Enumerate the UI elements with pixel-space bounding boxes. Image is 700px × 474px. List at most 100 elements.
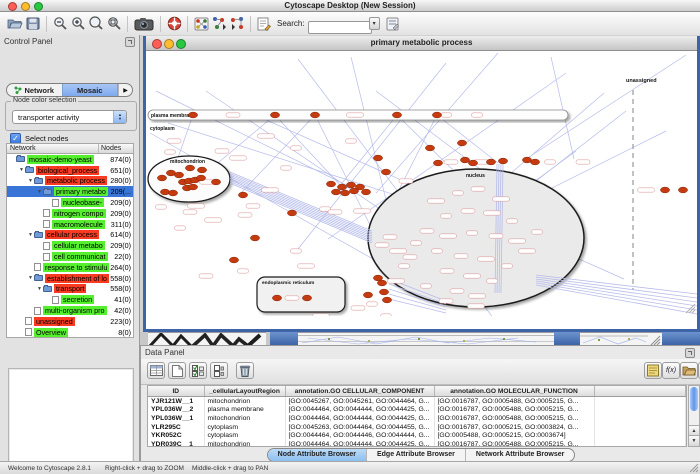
network-node[interactable] [373, 155, 382, 161]
network-node[interactable] [660, 187, 669, 193]
background-window[interactable] [298, 332, 554, 345]
network-node[interactable] [270, 112, 279, 118]
tree-expand-icon[interactable]: ▼ [27, 232, 34, 238]
network-node[interactable] [229, 257, 238, 263]
network-node[interactable] [346, 182, 355, 188]
layout-icon-1[interactable] [210, 15, 228, 32]
network-node[interactable] [310, 112, 319, 118]
float-panel-icon[interactable] [685, 348, 695, 358]
network-node[interactable] [326, 181, 335, 187]
function-builder-icon[interactable]: f(x) [662, 362, 680, 379]
network-node[interactable] [238, 192, 247, 198]
tree-row[interactable]: ▼metabolic process280(0) [7, 176, 133, 187]
tree-expand-icon[interactable]: ▼ [27, 178, 34, 184]
tree-row[interactable]: ▼transport558(0) [7, 284, 133, 295]
network-node[interactable] [337, 184, 346, 190]
network-node[interactable] [460, 157, 469, 163]
tree-expand-icon[interactable]: ▼ [36, 189, 43, 195]
table-row[interactable]: YDR039C__1mitochondrion[GO:0044464, GO:0… [148, 440, 686, 447]
search-input[interactable] [308, 21, 372, 34]
zoom-in-icon[interactable] [69, 15, 87, 32]
tree-expand-icon[interactable]: ▼ [18, 167, 25, 173]
table-column-header[interactable]: annotation.GO MOLECULAR_FUNCTION [434, 386, 594, 397]
network-node[interactable] [349, 188, 358, 194]
snapshot-icon[interactable] [132, 15, 156, 32]
minimize-window-icon[interactable] [164, 39, 174, 49]
help-icon[interactable] [165, 15, 183, 32]
tree-row[interactable]: nitrogen compo209(0) [7, 208, 133, 219]
column-select-icon[interactable] [147, 362, 165, 379]
layout-icon-2[interactable] [228, 15, 246, 32]
tree-row[interactable]: nucleobase-209(0) [7, 197, 133, 208]
tab-node-attribute-browser[interactable]: Node Attribute Browser [268, 449, 367, 461]
network-node[interactable] [272, 295, 281, 301]
network-node[interactable] [498, 158, 507, 164]
tree-row[interactable]: Overview8(0) [7, 327, 133, 338]
network-node[interactable] [392, 112, 401, 118]
tree-row[interactable]: multi-organism pro42(0) [7, 305, 133, 316]
window-resize-grip[interactable] [648, 332, 662, 345]
tab-scroll-right-icon[interactable]: ▶ [118, 84, 132, 96]
network-node[interactable] [468, 160, 477, 166]
tree-header-nodes[interactable]: Nodes [99, 144, 133, 153]
network-window-titlebar[interactable]: primary metabolic process [146, 36, 697, 51]
attribute-pad-icon[interactable] [644, 362, 662, 379]
tab-network-attribute-browser[interactable]: Network Attribute Browser [466, 449, 574, 461]
zoom-selected-icon[interactable] [105, 15, 123, 32]
table-column-header[interactable]: annotation.GO CELLULAR_COMPONENT [285, 386, 434, 397]
network-node[interactable] [160, 189, 169, 195]
tab-mosaic[interactable]: Mosaic [62, 84, 119, 96]
network-node[interactable] [377, 280, 386, 286]
search-dropdown-icon[interactable]: ▾ [369, 17, 380, 30]
tree-row[interactable]: cellular metabo209(0) [7, 240, 133, 251]
tab-edge-attribute-browser[interactable]: Edge Attribute Browser [367, 449, 466, 461]
network-node[interactable] [331, 189, 340, 195]
select-all-icon[interactable] [189, 362, 207, 379]
background-window[interactable] [580, 332, 648, 345]
table-row[interactable]: YPL036W__2plasma membrane[GO:0044464, GO… [148, 406, 686, 415]
tree-row[interactable]: ▼primary metabo209(... [7, 186, 133, 197]
save-icon[interactable] [24, 15, 42, 32]
network-node[interactable] [188, 112, 197, 118]
network-node[interactable] [188, 184, 197, 190]
tree-row[interactable]: ▼establishment of lo558(0) [7, 273, 133, 284]
tree-row[interactable]: unassigned223(0) [7, 316, 133, 327]
open-icon[interactable] [6, 15, 24, 32]
maximize-window-icon[interactable] [34, 2, 43, 11]
network-canvas[interactable]: unassigned plasma membrane cytoplasm nuc… [146, 51, 697, 316]
network-node[interactable] [363, 292, 372, 298]
table-scrollbar[interactable]: ▲ ▼ [688, 385, 700, 447]
background-window[interactable] [148, 332, 266, 345]
network-node[interactable] [530, 159, 539, 165]
birdseye-navigator[interactable] [8, 368, 134, 474]
tree-row[interactable]: secretion41(0) [7, 294, 133, 305]
table-column-header[interactable]: ID [148, 386, 204, 397]
tree-row[interactable]: response to stimulu264(0) [7, 262, 133, 273]
network-node[interactable] [457, 140, 466, 146]
close-window-icon[interactable] [152, 39, 162, 49]
network-node[interactable] [340, 190, 349, 196]
tree-expand-icon[interactable]: ▼ [36, 286, 43, 292]
color-attribute-combobox[interactable]: transporter activity ▲▼ [12, 110, 127, 124]
tree-header-network[interactable]: Network [7, 144, 99, 153]
float-panel-icon[interactable] [125, 37, 135, 47]
scroll-down-icon[interactable]: ▼ [689, 435, 699, 446]
tree-row[interactable]: mosaic-demo-yeast874(0) [7, 154, 133, 165]
table-row[interactable]: YLR295Ccytoplasm[GO:0045263, GO:0044464,… [148, 423, 686, 432]
network-node[interactable] [157, 175, 166, 181]
tree-expand-icon[interactable]: ▼ [27, 275, 34, 281]
network-node[interactable] [185, 165, 194, 171]
tab-network[interactable]: Network [7, 84, 62, 96]
close-window-icon[interactable] [8, 2, 17, 11]
tree-row[interactable]: cell communicat22(0) [7, 251, 133, 262]
minimize-window-icon[interactable] [21, 2, 30, 11]
search-options-icon[interactable] [384, 15, 402, 32]
network-node[interactable] [197, 167, 206, 173]
background-window-titlebar[interactable] [270, 332, 298, 345]
network-node[interactable] [425, 145, 434, 151]
annotation-icon[interactable] [255, 15, 273, 32]
network-node[interactable] [678, 187, 687, 193]
import-icon[interactable] [680, 362, 698, 379]
app-resize-grip[interactable] [689, 463, 699, 473]
zoom-out-icon[interactable] [51, 15, 69, 32]
